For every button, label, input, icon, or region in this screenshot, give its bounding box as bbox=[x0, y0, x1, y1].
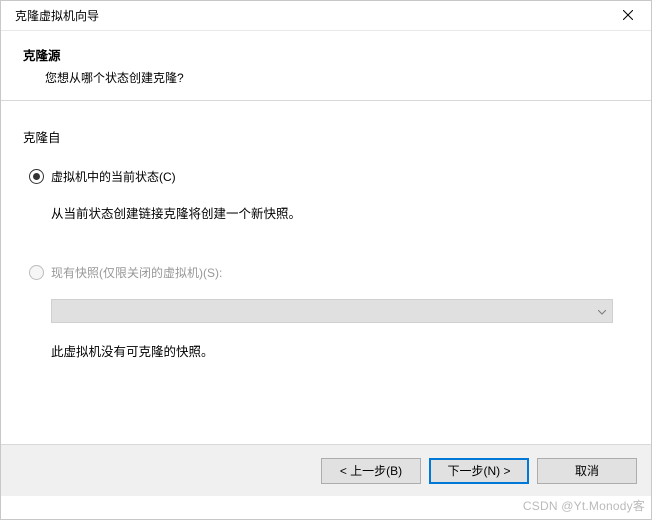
close-button[interactable] bbox=[605, 1, 651, 31]
radio-icon bbox=[29, 265, 44, 280]
group-label: 克隆自 bbox=[23, 127, 629, 146]
header-title: 克隆源 bbox=[23, 45, 637, 64]
wizard-footer: < 上一步(B) 下一步(N) > 取消 bbox=[1, 444, 651, 496]
radio-icon bbox=[29, 169, 44, 184]
watermark: CSDN @Yt.Monody客 bbox=[523, 497, 645, 514]
window-title: 克隆虚拟机向导 bbox=[15, 7, 99, 24]
titlebar: 克隆虚拟机向导 bbox=[1, 1, 651, 31]
wizard-content: 克隆自 虚拟机中的当前状态(C) 从当前状态创建链接克隆将创建一个新快照。 现有… bbox=[1, 101, 651, 444]
snapshot-dropdown bbox=[51, 299, 613, 323]
radio-existing-snapshot: 现有快照(仅限关闭的虚拟机)(S): bbox=[29, 264, 629, 281]
cancel-button[interactable]: 取消 bbox=[537, 458, 637, 484]
back-button[interactable]: < 上一步(B) bbox=[321, 458, 421, 484]
header-subtitle: 您想从哪个状态创建克隆? bbox=[45, 69, 637, 86]
chevron-down-icon bbox=[598, 304, 606, 318]
radio-existing-snapshot-label: 现有快照(仅限关闭的虚拟机)(S): bbox=[51, 264, 222, 281]
close-icon bbox=[623, 9, 633, 23]
snapshot-note: 此虚拟机没有可克隆的快照。 bbox=[51, 341, 629, 360]
radio-current-state-label: 虚拟机中的当前状态(C) bbox=[51, 168, 176, 185]
next-button[interactable]: 下一步(N) > bbox=[429, 458, 529, 484]
wizard-header: 克隆源 您想从哪个状态创建克隆? bbox=[1, 31, 651, 101]
radio-current-state[interactable]: 虚拟机中的当前状态(C) bbox=[29, 168, 629, 185]
current-state-desc: 从当前状态创建链接克隆将创建一个新快照。 bbox=[51, 203, 629, 222]
